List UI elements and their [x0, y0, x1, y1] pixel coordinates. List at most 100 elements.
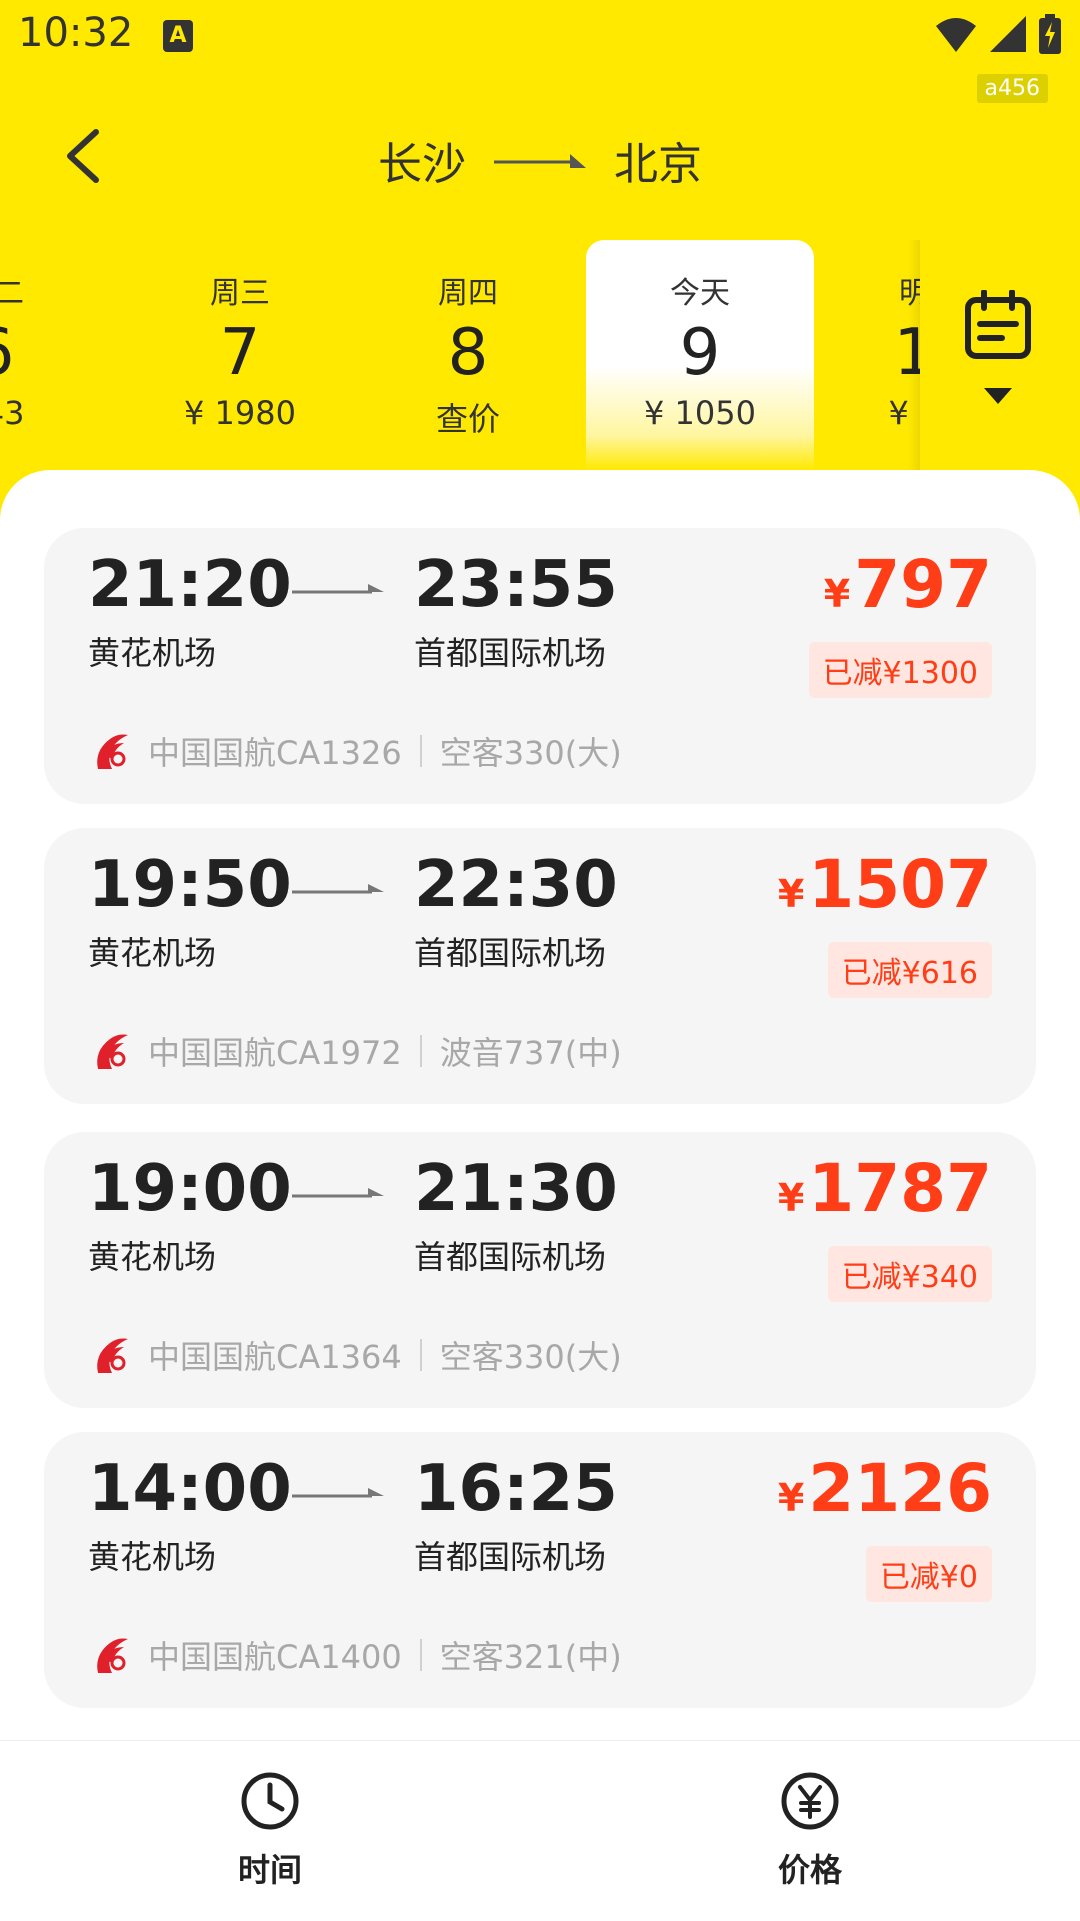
airline-info: 中国国航CA1400 空客321(中): [88, 1632, 622, 1678]
airline-flight-number: 中国国航CA1972: [148, 1034, 402, 1072]
status-bar: 10:32 A: [0, 0, 1080, 72]
date-day: 9: [679, 316, 721, 390]
date-weekday: 周四: [438, 276, 498, 311]
divider: [419, 735, 422, 767]
route-arrow-icon: [494, 154, 586, 168]
flight-price: ¥1787: [778, 1150, 992, 1227]
date-item[interactable]: 周三 7 ¥ 1980: [126, 240, 354, 470]
bottom-sort-bar: 时间 价格: [0, 1740, 1080, 1921]
flight-price: ¥797: [824, 546, 992, 623]
airline-flight-number: 中国国航CA1400: [148, 1638, 402, 1676]
discount-badge: 已减¥340: [827, 1246, 992, 1302]
currency-symbol: ¥: [777, 1476, 805, 1520]
airline-info: 中国国航CA1972 波音737(中): [88, 1028, 622, 1074]
airline-flight-number: 中国国航CA1364: [148, 1338, 402, 1376]
date-item[interactable]: 周四 8 查价: [354, 240, 582, 470]
date-weekday: 周二: [0, 276, 24, 311]
date-item-selected[interactable]: 今天 9 ¥ 1050: [586, 240, 814, 470]
clock-icon: [241, 1772, 299, 1830]
discount-badge: 已减¥616: [827, 942, 992, 998]
date-weekday: 周三: [210, 276, 270, 311]
arrival-time: 22:30: [414, 848, 618, 922]
build-badge: a456: [976, 74, 1048, 103]
flight-price: ¥2126: [778, 1450, 992, 1527]
airline-flight-number: 中国国航CA1326: [148, 734, 402, 772]
price-value: 2126: [808, 1450, 992, 1527]
flight-price: ¥1507: [778, 846, 992, 923]
arrival-time: 16:25: [414, 1452, 618, 1526]
header: 长沙 北京: [0, 110, 1080, 210]
flight-card[interactable]: 19:00 21:30 黄花机场 首都国际机场 ¥1787 已减¥340 中国国…: [44, 1132, 1036, 1408]
arrival-airport: 首都国际机场: [414, 1238, 607, 1276]
aircraft-type: 波音737(中): [439, 1034, 622, 1072]
departure-time: 19:50: [88, 848, 292, 922]
flight-arrow-icon: [292, 884, 384, 894]
app-notification-icon: A: [163, 20, 193, 52]
currency-symbol: ¥: [823, 572, 851, 616]
arrival-time: 23:55: [414, 548, 618, 622]
flight-card[interactable]: 14:00 16:25 黄花机场 首都国际机场 ¥2126 已减¥0 中国国航C…: [44, 1432, 1036, 1708]
yen-circle-icon: [781, 1772, 839, 1830]
signal-icon: [990, 16, 1026, 52]
divider: [419, 1339, 422, 1371]
departure-airport: 黄花机场: [88, 1238, 217, 1276]
air-china-logo-icon: [97, 1338, 128, 1373]
tab-label: 价格: [777, 1851, 842, 1889]
flight-arrow-icon: [292, 1488, 384, 1498]
airline-info: 中国国航CA1326 空客330(大): [88, 728, 622, 774]
tab-sort-time[interactable]: 时间: [150, 1771, 390, 1891]
price-value: 1787: [808, 1150, 992, 1227]
arrival-time: 21:30: [414, 1152, 618, 1226]
flight-list: 21:20 23:55 黄花机场 首都国际机场 ¥797 已减¥1300 中国国…: [0, 470, 1080, 1920]
arrival-airport: 首都国际机场: [414, 1538, 607, 1576]
currency-symbol: ¥: [777, 872, 805, 916]
caret-down-icon: [984, 388, 1012, 404]
aircraft-type: 空客330(大): [439, 1338, 622, 1376]
departure-airport: 黄花机场: [88, 1538, 217, 1576]
tab-sort-price[interactable]: 价格: [690, 1771, 930, 1891]
date-price: 043: [0, 394, 25, 432]
tab-label: 时间: [237, 1851, 302, 1889]
date-price: 查价: [435, 400, 500, 438]
departure-time: 21:20: [88, 548, 292, 622]
date-item[interactable]: 周二 6 043: [0, 240, 108, 470]
date-price: ¥ 1050: [644, 394, 756, 432]
origin-city: 长沙: [378, 139, 466, 190]
status-time: 10:32: [18, 10, 134, 56]
departure-airport: 黄花机场: [88, 934, 217, 972]
date-day: 6: [0, 318, 108, 388]
divider: [419, 1035, 422, 1067]
air-china-logo-icon: [97, 1638, 128, 1673]
date-selector: 周二 6 043 周三 7 ¥ 1980 周四 8 查价 今天 9 ¥ 1050…: [0, 240, 1080, 470]
date-day: 8: [447, 316, 489, 390]
arrival-airport: 首都国际机场: [414, 934, 607, 972]
date-price: ¥ 1980: [184, 394, 296, 432]
air-china-logo-icon: [97, 1034, 128, 1069]
departure-time: 19:00: [88, 1152, 292, 1226]
arrival-airport: 首都国际机场: [414, 634, 607, 672]
price-value: 1507: [808, 846, 992, 923]
flight-arrow-icon: [292, 1188, 384, 1198]
discount-badge: 已减¥1300: [808, 642, 992, 698]
aircraft-type: 空客321(中): [439, 1638, 622, 1676]
price-value: 797: [854, 546, 992, 623]
airline-info: 中国国航CA1364 空客330(大): [88, 1332, 622, 1378]
flight-card[interactable]: 19:50 22:30 黄花机场 首都国际机场 ¥1507 已减¥616 中国国…: [44, 828, 1036, 1104]
aircraft-type: 空客330(大): [439, 734, 622, 772]
status-icons: [934, 14, 1062, 54]
air-china-logo-icon: [97, 734, 128, 769]
destination-city: 北京: [614, 139, 702, 190]
discount-badge: 已减¥0: [865, 1546, 992, 1602]
divider: [419, 1639, 422, 1671]
route-title: 长沙 北京: [0, 128, 1080, 192]
flight-arrow-icon: [292, 584, 384, 594]
wifi-icon: [936, 18, 976, 52]
calendar-button[interactable]: [908, 240, 1080, 470]
currency-symbol: ¥: [777, 1176, 805, 1220]
departure-time: 14:00: [88, 1452, 292, 1526]
departure-airport: 黄花机场: [88, 634, 217, 672]
battery-icon: [1039, 14, 1061, 54]
calendar-icon: [965, 290, 1031, 359]
date-day: 7: [219, 316, 261, 390]
flight-card[interactable]: 21:20 23:55 黄花机场 首都国际机场 ¥797 已减¥1300 中国国…: [44, 528, 1036, 804]
